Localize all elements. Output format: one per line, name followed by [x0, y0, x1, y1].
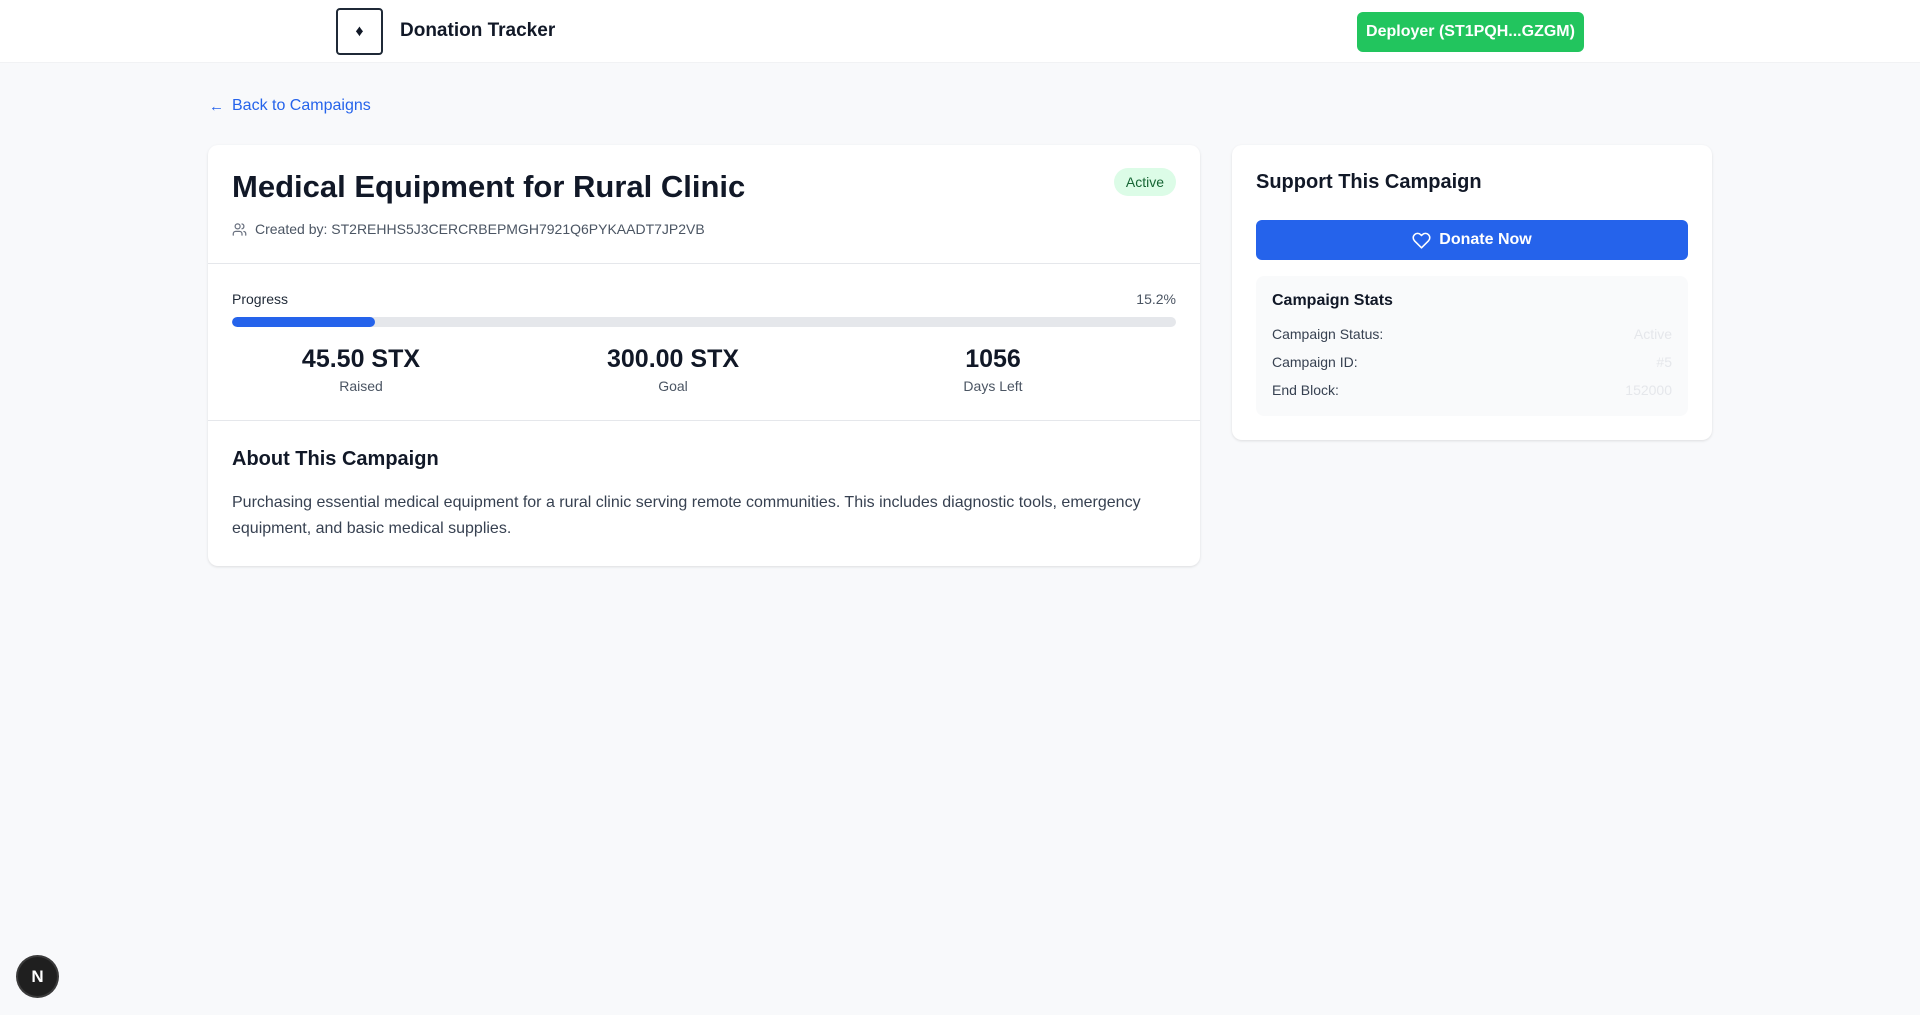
donate-button-label: Donate Now [1439, 231, 1532, 248]
creator-info: Created by: ST2REHHS5J3CERCRBEPMGH7921Q6… [232, 221, 705, 237]
about-heading: About This Campaign [232, 448, 439, 470]
campaign-stats-heading: Campaign Stats [1272, 292, 1393, 309]
stats-value: 152000 [1625, 382, 1672, 398]
stat-goal: 300.00 STX Goal [543, 345, 803, 394]
stat-days-left: 1056 Days Left [863, 345, 1123, 394]
stat-label: Raised [339, 378, 383, 394]
stat-value: 45.50 STX [301, 345, 421, 373]
back-link-label: Back to Campaigns [232, 97, 371, 114]
donate-now-button[interactable]: Donate Now [1256, 220, 1688, 260]
back-to-campaigns-link[interactable]: ← Back to Campaigns [209, 97, 371, 115]
stats-key: End Block: [1272, 382, 1339, 398]
stats-row-end-block: End Block: 152000 [1272, 376, 1672, 404]
users-icon [232, 222, 247, 236]
top-navigation-bar: ♦ Donation Tracker Deployer (ST1PQH...GZ… [0, 0, 1920, 63]
stats-row-id: Campaign ID: #5 [1272, 348, 1672, 376]
stats-value: Active [1633, 326, 1672, 342]
stat-raised: 45.50 STX Raised [231, 345, 491, 394]
stat-label: Days Left [963, 378, 1023, 394]
progress-bar [232, 317, 1176, 327]
app-title: Donation Tracker [400, 20, 556, 41]
divider [208, 420, 1200, 421]
status-badge: Active [1113, 168, 1176, 196]
support-heading: Support This Campaign [1256, 171, 1482, 193]
stat-label: Goal [658, 378, 688, 394]
heart-icon [1412, 232, 1431, 249]
creator-address: Created by: ST2REHHS5J3CERCRBEPMGH7921Q6… [255, 221, 705, 237]
arrow-left-icon: ← [209, 97, 224, 115]
stats-key: Campaign ID: [1272, 354, 1358, 370]
stat-value: 300.00 STX [606, 345, 740, 373]
stats-value: #5 [1656, 354, 1672, 370]
stat-value: 1056 [965, 345, 1021, 373]
divider [208, 263, 1200, 264]
about-description: Purchasing essential medical equipment f… [232, 494, 1141, 537]
progress-label: Progress [232, 291, 289, 307]
nextjs-devtools-icon[interactable]: N [18, 957, 57, 996]
campaign-title: Medical Equipment for Rural Clinic [232, 169, 746, 204]
progress-percent: 15.2% [1136, 291, 1176, 307]
diamond-logo-icon[interactable]: ♦ [336, 8, 383, 55]
deployer-wallet-button[interactable]: Deployer (ST1PQH...GZGM) [1357, 12, 1584, 52]
campaign-detail-card: Medical Equipment for Rural Clinic Activ… [208, 145, 1200, 566]
stats-key: Campaign Status: [1272, 326, 1384, 342]
support-campaign-card: Support This Campaign Donate Now Campaig… [1232, 145, 1712, 440]
campaign-stats-panel: Campaign Stats Campaign Status: Active C… [1256, 276, 1688, 416]
stats-row-status: Campaign Status: Active [1272, 320, 1672, 348]
progress-bar-fill [232, 317, 376, 327]
